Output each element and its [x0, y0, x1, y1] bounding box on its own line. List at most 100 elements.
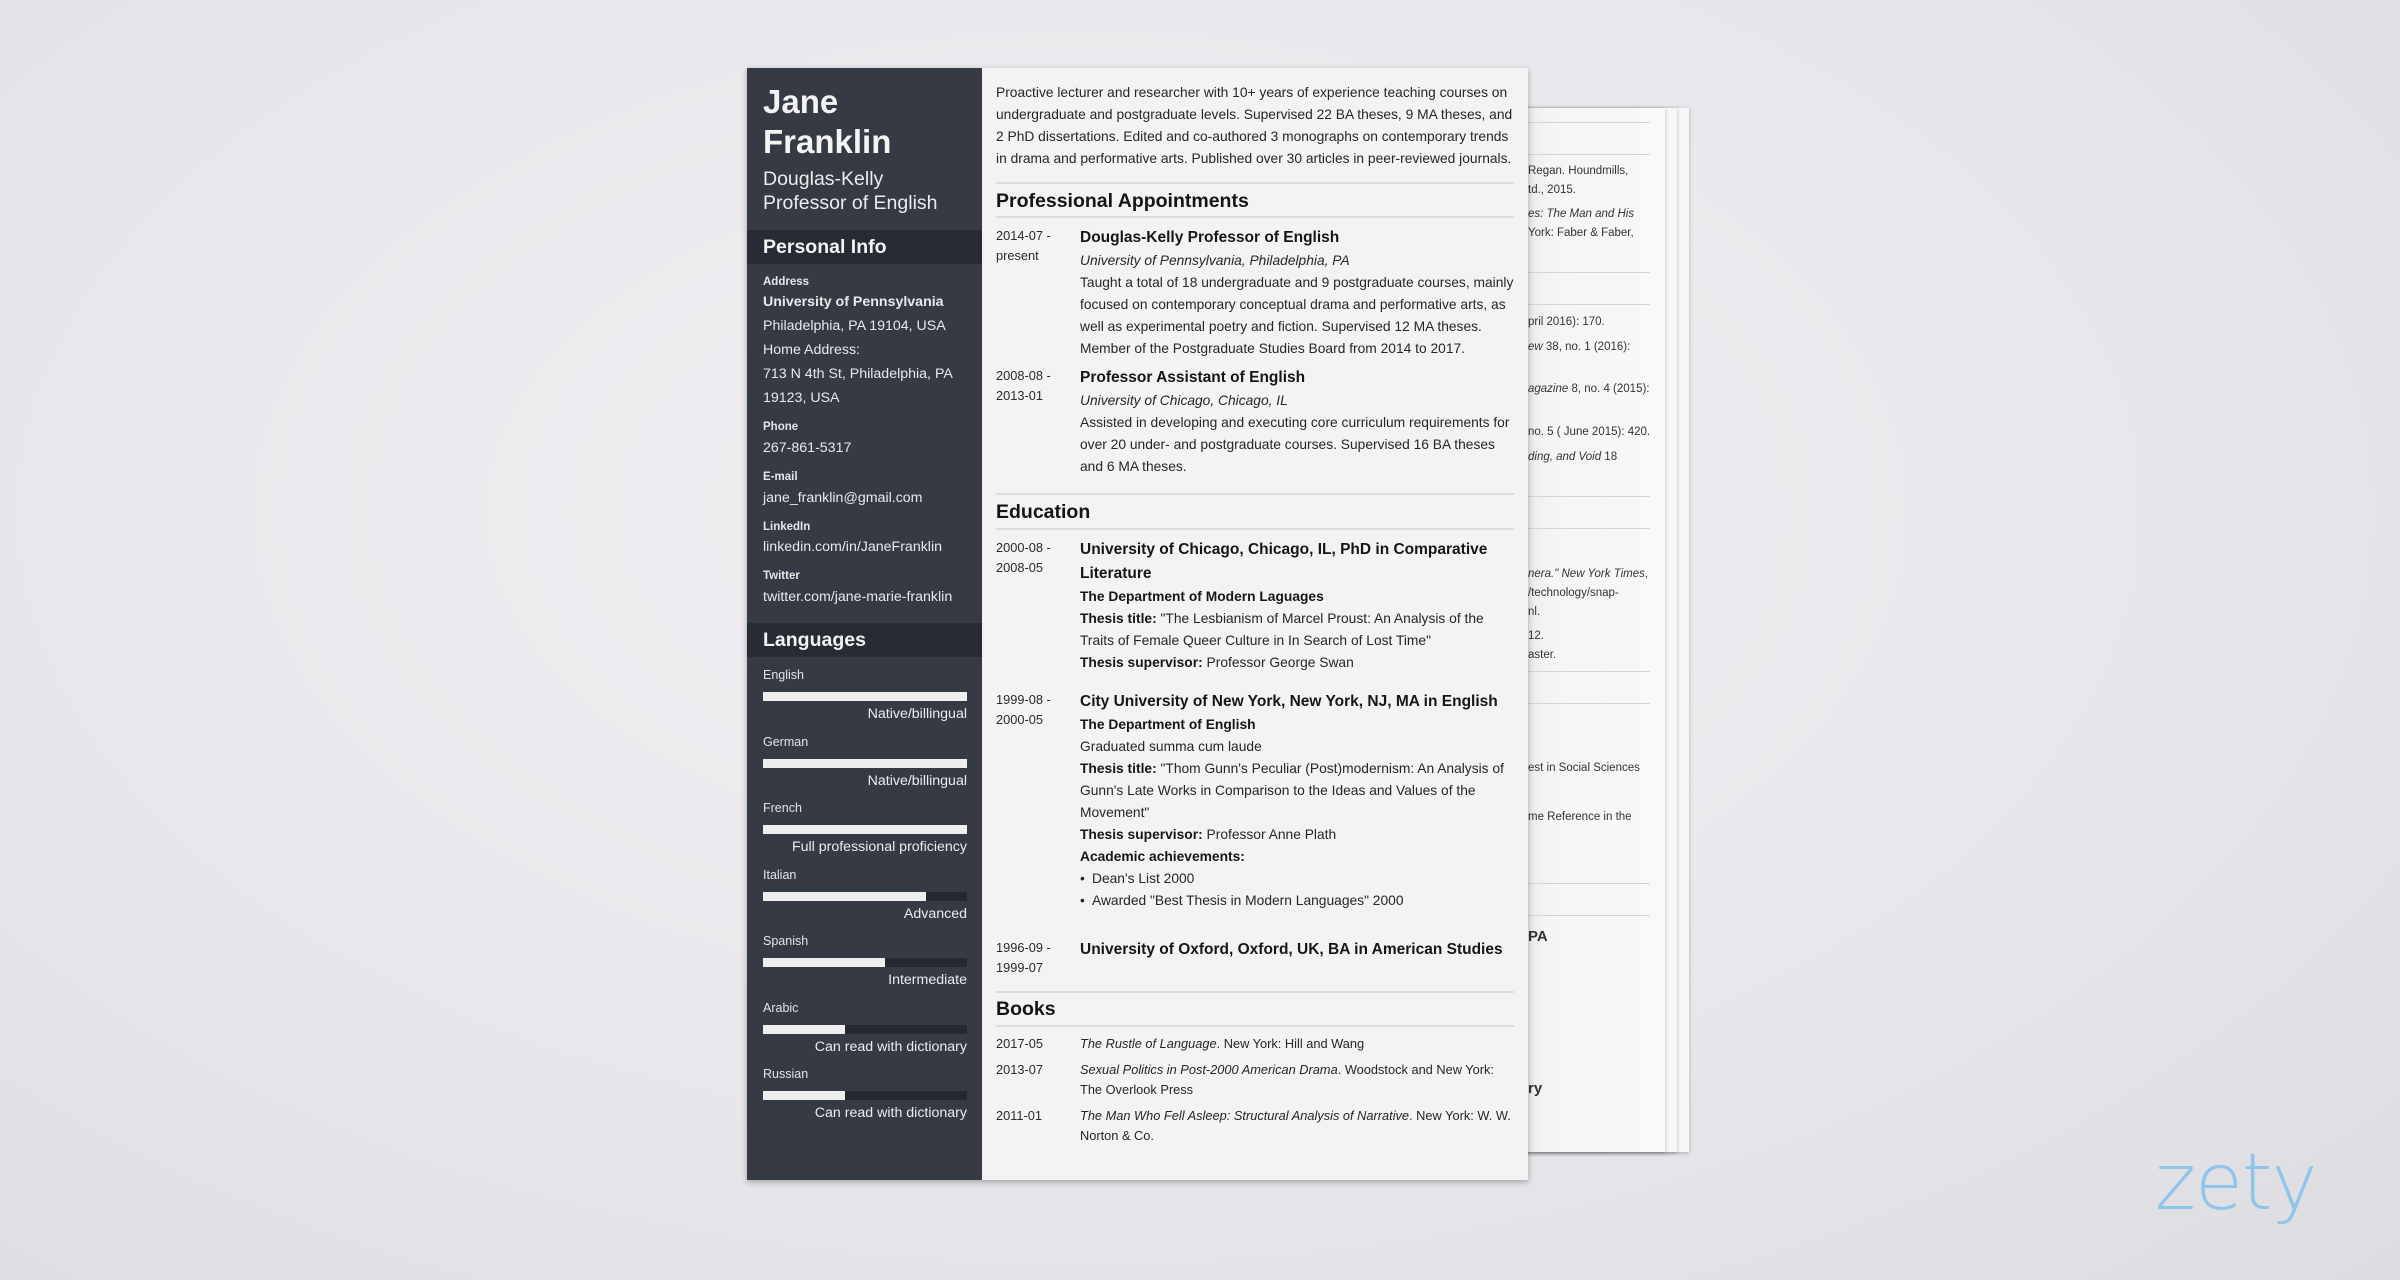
back-text-fragment: nl.	[1528, 606, 1541, 618]
back-text-fragment: 12.	[1528, 630, 1544, 642]
book-date: 2017-05	[996, 1036, 1043, 1051]
resume-name: Jane Franklin	[763, 82, 891, 162]
achievement-item: Awarded "Best Thesis in Modern Languages…	[1080, 890, 1516, 912]
entry-date: 2014-07 - present	[996, 228, 1051, 263]
appointments-heading: Professional Appointments	[996, 190, 1249, 212]
language-name: German	[763, 734, 809, 749]
title-line: Professor of English	[763, 192, 938, 214]
twitter-link[interactable]: twitter.com/jane-marie-franklin	[763, 585, 968, 609]
back-pages-stack: Regan. Houndmills, td., 2015. es: The Ma…	[1500, 108, 1690, 1152]
divider	[996, 493, 1514, 495]
language-proficiency-bar	[763, 891, 967, 901]
divider	[1528, 915, 1650, 916]
entry-date: 2000-08 - 2008-05	[996, 540, 1051, 575]
divider	[1528, 304, 1650, 305]
thesis-title: Thesis title: "The Lesbianism of Marcel …	[1080, 611, 1484, 648]
entry-title: Douglas-Kelly Professor of English	[1080, 229, 1340, 246]
entry-title: Professor Assistant of English	[1080, 369, 1306, 386]
main-content: Proactive lecturer and researcher with 1…	[982, 68, 1528, 1180]
back-text-fragment: nera." New York Times,	[1528, 568, 1649, 580]
language-level: Can read with dictionary	[814, 1038, 967, 1055]
books-heading: Books	[996, 998, 1056, 1020]
back-text-fragment: /technology/snap-	[1528, 587, 1619, 599]
book-citation: The Rustle of Language. New York: Hill a…	[1080, 1036, 1365, 1051]
language-proficiency-fill	[763, 891, 927, 901]
achievements-label: Academic achievements:	[1080, 849, 1245, 864]
entry-description: Taught a total of 18 undergraduate and 9…	[1080, 275, 1514, 356]
entry-department: The Department of English	[1080, 717, 1256, 732]
entry-note: Graduated summa cum laude	[1080, 739, 1262, 754]
back-text-fragment: est in Social Sciences	[1528, 762, 1640, 774]
home-address-line1: 713 N 4th St, Philadelphia, PA	[763, 366, 953, 382]
language-level: Advanced	[903, 905, 967, 922]
book-citation: The Man Who Fell Asleep: Structural Anal…	[1080, 1108, 1511, 1143]
twitter-label: Twitter	[763, 570, 800, 582]
education-heading: Education	[996, 501, 1091, 523]
thesis-supervisor: Thesis supervisor: Professor George Swan	[1080, 655, 1354, 670]
language-proficiency-bar	[763, 958, 967, 967]
entry-description: Assisted in developing and executing cor…	[1080, 415, 1510, 474]
back-text-fragment: td., 2015.	[1528, 184, 1576, 196]
language-level: Intermediate	[888, 972, 967, 988]
linkedin-label: LinkedIn	[763, 521, 811, 533]
divider	[996, 528, 1514, 530]
divider	[1528, 496, 1650, 497]
entry-body: University of Oxford, Oxford, UK, BA in …	[1080, 938, 1516, 962]
language-name: Arabic	[763, 1000, 799, 1015]
divider	[996, 182, 1514, 184]
name-last: Franklin	[763, 123, 892, 160]
book-date: 2011-01	[996, 1108, 1043, 1123]
entry-title: City University of New York, New York, N…	[1080, 693, 1498, 710]
divider	[1528, 122, 1650, 123]
back-text-fragment: PA	[1528, 928, 1548, 945]
back-text-fragment: Regan. Houndmills,	[1528, 165, 1629, 177]
home-address-line2: 19123, USA	[763, 390, 840, 406]
home-address-label: Home Address:	[763, 342, 860, 358]
resume-title: Douglas-Kelly Professor of English	[763, 167, 938, 215]
thesis-supervisor: Thesis supervisor: Professor Anne Plath	[1080, 827, 1337, 842]
address-city: Philadelphia, PA 19104, USA	[763, 318, 946, 334]
entry-body: Professor Assistant of English Universit…	[1080, 366, 1516, 478]
back-text-fragment: ding, and Void 18	[1528, 451, 1618, 463]
divider	[1528, 671, 1650, 672]
entry-title: University of Oxford, Oxford, UK, BA in …	[1080, 941, 1503, 958]
email-link[interactable]: jane_franklin@gmail.com	[763, 486, 968, 510]
back-text-fragment: es: The Man and His	[1528, 208, 1635, 220]
divider	[996, 216, 1514, 218]
language-name: Russian	[763, 1067, 809, 1081]
linkedin-link[interactable]: linkedin.com/in/JaneFranklin	[763, 535, 968, 559]
back-text-fragment: me Reference in the	[1528, 811, 1632, 823]
back-text-fragment: ry	[1528, 1080, 1543, 1097]
back-text-fragment: pril 2016): 170.	[1528, 316, 1605, 328]
language-name: French	[763, 801, 802, 815]
divider	[1528, 883, 1650, 884]
entry-org: University of Chicago, Chicago, IL	[1080, 393, 1288, 408]
language-proficiency-fill	[763, 692, 967, 701]
language-proficiency-fill	[763, 958, 886, 967]
back-text-fragment: aster.	[1528, 649, 1557, 661]
name-first: Jane	[763, 83, 839, 120]
language-level: Native/billingual	[867, 772, 967, 789]
entry-department: The Department of Modern Laguages	[1080, 589, 1324, 604]
achievement-item: Dean's List 2000	[1080, 868, 1516, 890]
summary: Proactive lecturer and researcher with 1…	[996, 85, 1513, 166]
entry-body: University of Chicago, Chicago, IL, PhD …	[1080, 538, 1516, 674]
back-text-fragment: York: Faber & Faber,	[1528, 227, 1634, 239]
divider	[996, 1025, 1514, 1027]
language-name: English	[763, 668, 804, 682]
phone-value[interactable]: 267-861-5317	[763, 436, 968, 460]
entry-date: 1996-09 - 1999-07	[996, 940, 1051, 975]
language-name: Italian	[763, 867, 797, 882]
language-name: Spanish	[763, 934, 809, 948]
entry-date: 2008-08 - 2013-01	[996, 368, 1051, 403]
sidebar: Jane Franklin Douglas-Kelly Professor of…	[747, 68, 982, 1180]
language-level: Can read with dictionary	[814, 1105, 967, 1121]
resume-page: Jane Franklin Douglas-Kelly Professor of…	[747, 68, 1528, 1180]
divider	[1528, 272, 1650, 273]
email-label: E-mail	[763, 471, 798, 483]
address-label: Address	[763, 276, 810, 288]
language-proficiency-fill	[763, 825, 967, 834]
language-proficiency-bar	[763, 1091, 967, 1100]
language-proficiency-bar	[763, 692, 967, 701]
book-citation: Sexual Politics in Post-2000 American Dr…	[1080, 1062, 1494, 1097]
